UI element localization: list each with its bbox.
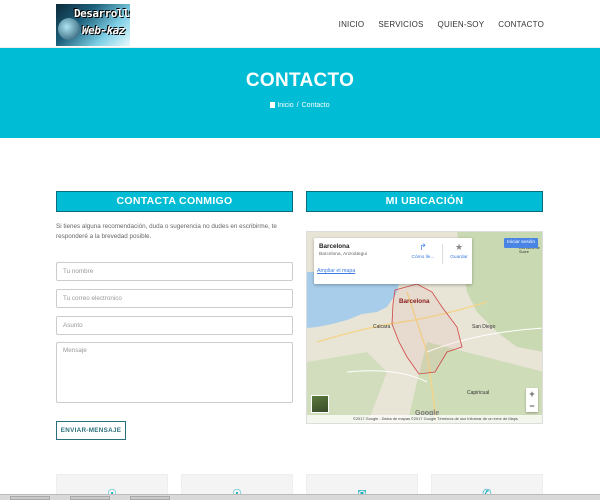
taskbar-item[interactable]	[70, 496, 110, 500]
nav-servicios[interactable]: SERVICIOS	[378, 20, 423, 29]
contact-section-title: CONTACTA CONMIGO	[56, 191, 293, 212]
breadcrumb-home[interactable]: Inicio	[277, 102, 293, 109]
enlarge-map-link[interactable]: Ampliar el mapa	[317, 268, 355, 274]
map-login-button[interactable]: Iniciar sesión	[504, 238, 538, 248]
logo-globe-icon	[58, 18, 80, 40]
save-place-button[interactable]: ★ Guardar	[448, 242, 470, 261]
breadcrumb-separator: /	[296, 102, 299, 109]
breadcrumb-current: Contacto	[301, 102, 330, 109]
subject-input[interactable]	[56, 316, 293, 335]
map-zoom-controls: + −	[526, 388, 538, 412]
page-banner: CONTACTO Inicio / Contacto	[0, 48, 600, 138]
map-attribution: ©2017 Google - Datos de mapas ©2017 Goog…	[307, 415, 542, 423]
browser-taskbar	[0, 494, 600, 500]
star-icon: ★	[454, 242, 464, 252]
page-title: CONTACTO	[245, 70, 355, 91]
map-label-caicara: Caicara	[373, 324, 391, 330]
satellite-toggle-thumbnail[interactable]	[311, 395, 329, 413]
contact-intro-text: Si tienes alguna recomendación, duda o s…	[56, 223, 277, 240]
save-label: Guardar	[450, 255, 468, 260]
taskbar-item[interactable]	[130, 496, 170, 500]
taskbar-item[interactable]	[10, 496, 50, 500]
breadcrumb: Inicio / Contacto	[0, 102, 600, 109]
nav-quien-soy[interactable]: QUIEN-SOY	[438, 20, 485, 29]
embedded-map[interactable]: Barcelona Caicara San Diego Capiricual L…	[306, 231, 543, 424]
name-input[interactable]	[56, 262, 293, 281]
map-label-san-diego: San Diego	[472, 324, 496, 330]
map-card-divider	[442, 244, 443, 264]
site-header: Desarrollo Web-kaz INICIO SERVICIOS QUIE…	[0, 0, 600, 48]
main-nav: INICIO SERVICIOS QUIEN-SOY CONTACTO	[339, 20, 544, 29]
home-icon	[270, 102, 276, 108]
nav-contacto[interactable]: CONTACTO	[498, 20, 544, 29]
directions-icon: ↱	[419, 242, 427, 252]
zoom-out-button[interactable]: −	[526, 400, 538, 412]
map-place-name: Barcelona	[319, 243, 350, 250]
logo-text-line1: Desarrollo	[74, 7, 130, 20]
directions-label: Cómo lle...	[411, 255, 435, 260]
send-message-button[interactable]: ENVIAR-MENSAJE	[56, 421, 126, 440]
map-label-capiricual: Capiricual	[467, 390, 490, 396]
location-section-title: MI UBICACIÓN	[306, 191, 543, 212]
nav-inicio[interactable]: INICIO	[339, 20, 365, 29]
logo-text-line2: Web-kaz	[82, 24, 125, 37]
directions-button[interactable]: ↱ Cómo lle...	[410, 242, 436, 261]
map-place-card: Barcelona Barcelona, Anzoátegui Ampliar …	[314, 238, 472, 284]
message-textarea[interactable]	[56, 342, 293, 403]
email-input[interactable]	[56, 289, 293, 308]
site-logo[interactable]: Desarrollo Web-kaz	[56, 4, 130, 46]
map-label-barcelona: Barcelona	[399, 298, 430, 305]
map-place-subtitle: Barcelona, Anzoátegui	[319, 252, 368, 257]
zoom-in-button[interactable]: +	[526, 388, 538, 400]
